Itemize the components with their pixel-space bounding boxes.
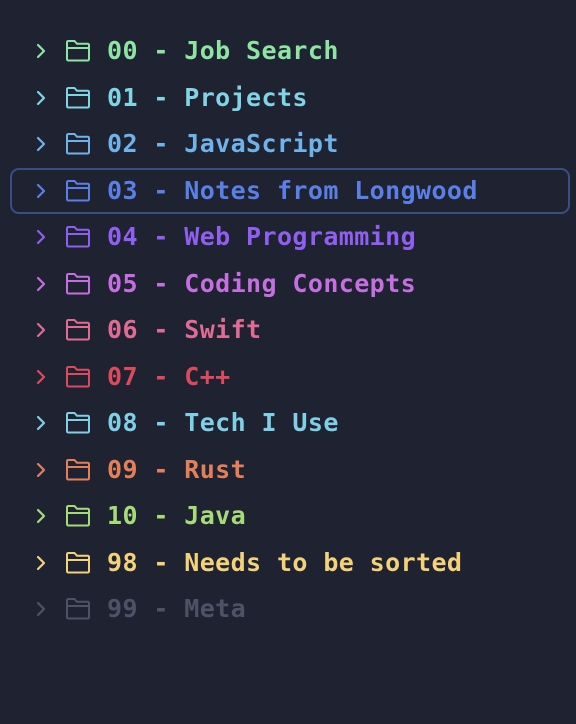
folder-icon bbox=[66, 552, 90, 574]
folder-row-00-job-search[interactable]: 00 - Job Search bbox=[10, 28, 570, 74]
folder-row-08-tech-i-use[interactable]: 08 - Tech I Use bbox=[10, 400, 570, 446]
folder-icon bbox=[66, 180, 90, 202]
folder-icon bbox=[66, 40, 90, 62]
folder-label: 01 - Projects bbox=[107, 83, 308, 112]
folder-icon bbox=[66, 459, 90, 481]
chevron-right-icon[interactable] bbox=[32, 89, 50, 107]
chevron-right-icon[interactable] bbox=[32, 507, 50, 525]
folder-icon bbox=[66, 133, 90, 155]
folder-label: 99 - Meta bbox=[107, 594, 247, 623]
folder-row-10-java[interactable]: 10 - Java bbox=[10, 493, 570, 539]
chevron-right-icon[interactable] bbox=[32, 461, 50, 479]
chevron-right-icon[interactable] bbox=[32, 600, 50, 618]
folder-icon bbox=[66, 598, 90, 620]
folder-row-03-notes-from-longwood[interactable]: 03 - Notes from Longwood bbox=[10, 168, 570, 214]
chevron-right-icon[interactable] bbox=[32, 135, 50, 153]
folder-label: 00 - Job Search bbox=[107, 36, 339, 65]
folder-row-98-needs-to-be-sorted[interactable]: 98 - Needs to be sorted bbox=[10, 540, 570, 586]
chevron-right-icon[interactable] bbox=[32, 368, 50, 386]
chevron-right-icon[interactable] bbox=[32, 414, 50, 432]
folder-label: 08 - Tech I Use bbox=[107, 408, 339, 437]
folder-row-05-coding-concepts[interactable]: 05 - Coding Concepts bbox=[10, 261, 570, 307]
folder-row-01-projects[interactable]: 01 - Projects bbox=[10, 75, 570, 121]
folder-label: 10 - Java bbox=[107, 501, 247, 530]
folder-icon bbox=[66, 366, 90, 388]
file-explorer-tree: 00 - Job Search 01 - Projects 02 - JavaS… bbox=[0, 0, 576, 724]
folder-icon bbox=[66, 273, 90, 295]
folder-label: 07 - C++ bbox=[107, 362, 231, 391]
folder-label: 03 - Notes from Longwood bbox=[107, 176, 478, 205]
chevron-right-icon[interactable] bbox=[32, 321, 50, 339]
folder-label: 09 - Rust bbox=[107, 455, 247, 484]
folder-label: 02 - JavaScript bbox=[107, 129, 339, 158]
folder-label: 98 - Needs to be sorted bbox=[107, 548, 463, 577]
folder-row-02-javascript[interactable]: 02 - JavaScript bbox=[10, 121, 570, 167]
folder-row-99-meta[interactable]: 99 - Meta bbox=[10, 586, 570, 632]
folder-icon bbox=[66, 505, 90, 527]
chevron-right-icon[interactable] bbox=[32, 275, 50, 293]
chevron-right-icon[interactable] bbox=[32, 42, 50, 60]
folder-row-04-web-programming[interactable]: 04 - Web Programming bbox=[10, 214, 570, 260]
folder-icon bbox=[66, 412, 90, 434]
folder-label: 04 - Web Programming bbox=[107, 222, 417, 251]
folder-label: 06 - Swift bbox=[107, 315, 262, 344]
folder-row-07-cpp[interactable]: 07 - C++ bbox=[10, 354, 570, 400]
folder-icon bbox=[66, 319, 90, 341]
folder-row-06-swift[interactable]: 06 - Swift bbox=[10, 307, 570, 353]
folder-label: 05 - Coding Concepts bbox=[107, 269, 417, 298]
folder-icon bbox=[66, 226, 90, 248]
chevron-right-icon[interactable] bbox=[32, 182, 50, 200]
chevron-right-icon[interactable] bbox=[32, 554, 50, 572]
chevron-right-icon[interactable] bbox=[32, 228, 50, 246]
folder-icon bbox=[66, 87, 90, 109]
folder-row-09-rust[interactable]: 09 - Rust bbox=[10, 447, 570, 493]
